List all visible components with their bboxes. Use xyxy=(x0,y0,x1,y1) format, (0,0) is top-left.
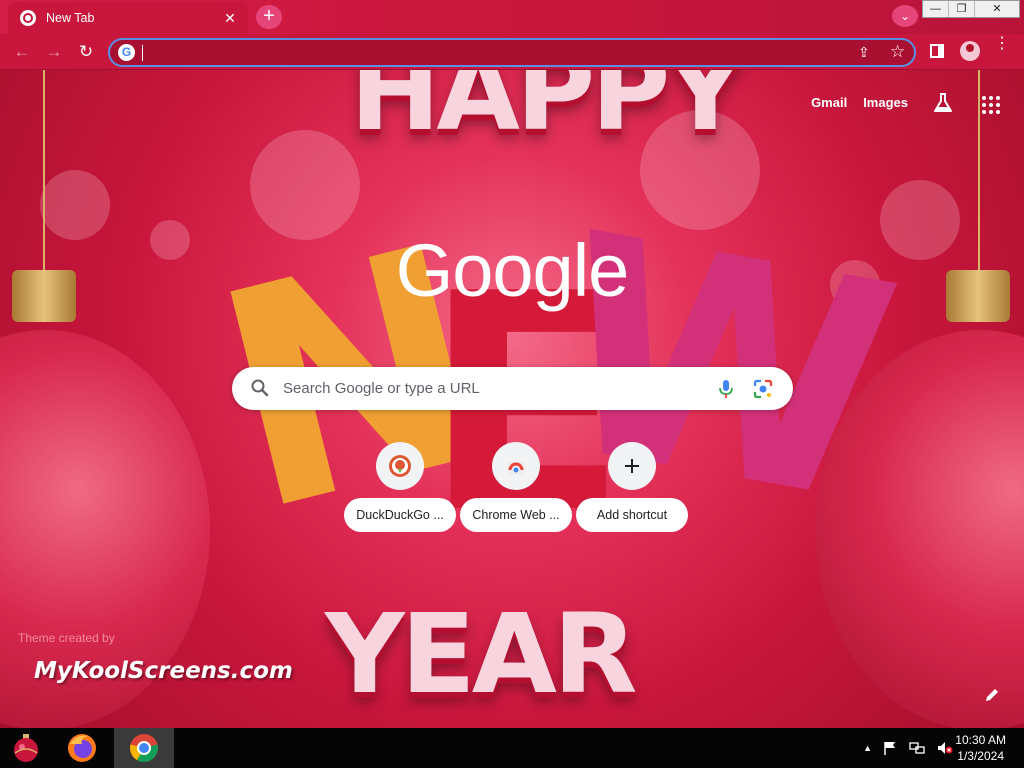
address-bar[interactable]: G ⇪ ☆ xyxy=(108,38,916,67)
taskbar-chrome[interactable] xyxy=(114,728,174,768)
shortcut-label: Chrome Web ... xyxy=(460,498,572,532)
top-links: Gmail Images xyxy=(811,95,908,110)
reload-button[interactable]: ↻ xyxy=(76,42,96,62)
happy-background-text: HAPPY xyxy=(350,70,744,155)
shortcut-label: Add shortcut xyxy=(576,498,688,532)
google-apps-icon[interactable] xyxy=(982,96,1000,114)
new-tab-page: HAPPY N E W YEAR Gmail Images Google Sea… xyxy=(0,70,1024,728)
tab-new-tab[interactable]: New Tab ✕ xyxy=(8,2,248,34)
close-window-button[interactable]: ✕ xyxy=(975,1,1019,17)
duckduckgo-icon xyxy=(389,455,411,477)
chrome-icon xyxy=(130,734,158,762)
action-center-flag-icon[interactable] xyxy=(882,740,898,756)
tab-title: New Tab xyxy=(46,11,95,25)
google-logo: Google xyxy=(395,229,630,312)
profile-avatar[interactable] xyxy=(960,41,980,61)
text-caret xyxy=(142,45,143,61)
new-tab-button[interactable]: + xyxy=(256,5,282,29)
ornament-start-icon xyxy=(14,734,38,762)
shortcut-duckduckgo[interactable]: DuckDuckGo ... xyxy=(344,442,456,532)
theme-credit[interactable]: Theme created by xyxy=(18,631,115,645)
shortcut-chrome-web-store[interactable]: Chrome Web ... xyxy=(460,442,572,532)
taskbar-firefox[interactable] xyxy=(58,728,106,768)
shortcut-label: DuckDuckGo ... xyxy=(344,498,456,532)
search-input[interactable]: Search Google or type a URL xyxy=(283,380,480,397)
chrome-labs-icon[interactable] xyxy=(932,92,954,114)
shortcut-add[interactable]: Add shortcut xyxy=(576,442,688,532)
system-tray: ▲ xyxy=(863,728,954,768)
start-button[interactable] xyxy=(2,728,50,768)
bookmark-star-icon[interactable]: ☆ xyxy=(890,42,905,62)
theme-brand[interactable]: MyKoolScreens.com xyxy=(34,658,293,684)
browser-titlebar: New Tab ✕ + ⌄ — ❐ ✕ xyxy=(0,0,1024,34)
search-box[interactable]: Search Google or type a URL xyxy=(232,367,793,410)
firefox-icon xyxy=(68,734,96,762)
chrome-favicon-icon xyxy=(20,10,36,26)
images-link[interactable]: Images xyxy=(863,95,908,110)
forward-button[interactable]: → xyxy=(44,42,64,62)
system-clock[interactable]: 10:30 AM 1/3/2024 xyxy=(955,732,1006,764)
share-icon[interactable]: ⇪ xyxy=(858,44,870,61)
network-icon[interactable] xyxy=(908,740,926,756)
chrome-menu-button[interactable]: ⋮ xyxy=(994,36,1010,52)
clock-date: 1/3/2024 xyxy=(957,749,1004,763)
google-g-icon: G xyxy=(118,44,135,61)
search-icon xyxy=(251,379,269,397)
side-panel-icon[interactable] xyxy=(930,44,944,58)
maximize-button[interactable]: ❐ xyxy=(949,1,975,17)
minimize-button[interactable]: — xyxy=(923,1,949,17)
show-hidden-icons[interactable]: ▲ xyxy=(863,743,872,753)
plus-icon xyxy=(625,459,639,473)
chrome-web-store-icon xyxy=(507,462,525,475)
voice-search-icon[interactable] xyxy=(716,378,736,400)
customize-pencil-icon[interactable] xyxy=(982,685,1002,705)
shortcuts-grid: DuckDuckGo ... Chrome Web ... Add shortc… xyxy=(344,442,688,532)
year-background-text: YEAR xyxy=(325,590,638,718)
google-lens-icon[interactable] xyxy=(752,378,774,400)
gmail-link[interactable]: Gmail xyxy=(811,95,847,110)
back-button[interactable]: ← xyxy=(12,42,32,62)
tab-search-button[interactable]: ⌄ xyxy=(892,5,918,27)
close-tab-icon[interactable]: ✕ xyxy=(222,10,238,27)
volume-muted-icon[interactable] xyxy=(936,740,954,756)
windows-taskbar: ▲ 10:30 AM 1/3/2024 xyxy=(0,728,1024,768)
clock-time: 10:30 AM xyxy=(955,733,1006,747)
window-controls: — ❐ ✕ xyxy=(922,0,1020,18)
browser-toolbar: ← → ↻ G ⇪ ☆ ⋮ xyxy=(0,34,1024,70)
